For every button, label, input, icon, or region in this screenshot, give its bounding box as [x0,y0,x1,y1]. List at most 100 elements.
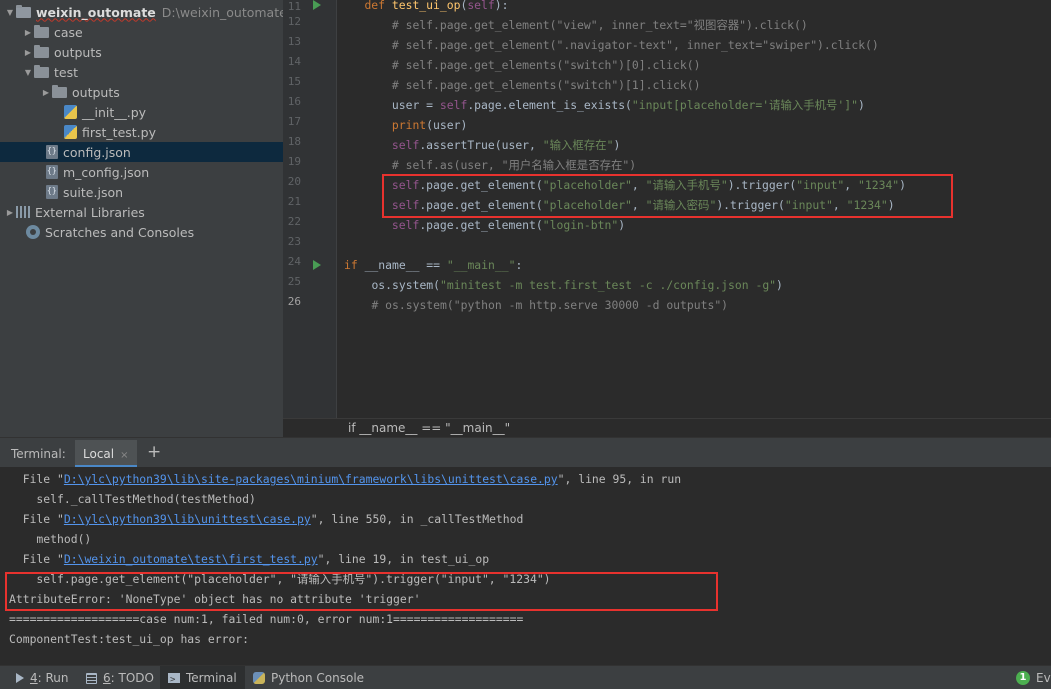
line-number: 22 [287,215,301,228]
tree-item-label: outputs [72,84,120,100]
file-link[interactable]: D:\weixin_outomate\test\first_test.py [64,552,318,566]
line-number: 24 [287,255,301,268]
line-number: 19 [287,155,301,168]
expanded-arrow-icon[interactable]: ▼ [22,68,34,77]
todo-tool-button[interactable]: 6: TODO [86,666,154,689]
line-number: 16 [287,95,301,108]
line-number: 12 [287,15,301,28]
tree-item-label: outputs [54,44,102,60]
collapsed-arrow-icon[interactable]: ▶ [40,88,52,97]
run-main-icon[interactable] [313,260,321,270]
expanded-arrow-icon[interactable]: ▼ [4,8,16,17]
code-line: self.assertTrue(user, "输入框存在") [391,138,621,152]
terminal-icon [168,669,180,689]
tree-item-label: External Libraries [35,204,145,220]
run-tool-button[interactable]: 4: Run [16,666,69,689]
line-number: 11 [287,0,301,13]
line-number: 26 [287,295,301,308]
code-line: # self.page.get_element("view", inner_te… [391,18,808,32]
tree-item-test-outputs[interactable]: ▶ outputs [0,82,283,102]
line-number: 15 [287,75,301,88]
tree-item-case[interactable]: ▶ case [0,22,283,42]
code-line: self.page.get_element("login-btn") [391,218,626,232]
code-line: def test_ui_op(self): [364,0,509,12]
collapsed-arrow-icon[interactable]: ▶ [22,48,34,57]
folder-icon [34,64,49,78]
add-tab-icon[interactable]: + [147,442,161,462]
line-number: 20 [287,175,301,188]
tree-item-test[interactable]: ▼ test [0,62,283,82]
project-path: D:\weixin_outomate [161,4,283,20]
code-line: # self.page.get_elements("switch")[0].cl… [391,58,701,72]
terminal-tool-button[interactable]: Terminal [160,666,245,689]
folder-icon [34,44,49,58]
json-file-icon [46,185,58,199]
tool-window-bar: 4: Run 6: TODO Terminal Python Console 1… [0,665,1051,689]
line-number: 17 [287,115,301,128]
terminal-line: File "D:\ylc\python39\lib\unittest\case.… [9,512,524,526]
line-number: 21 [287,195,301,208]
json-file-icon [46,145,58,159]
tree-item-m-config-json[interactable]: m_config.json [0,162,283,182]
code-line: os.system("minitest -m test.first_test -… [371,278,783,292]
code-line: # os.system("python -m http.serve 30000 … [371,298,729,312]
tree-item-first-test-py[interactable]: first_test.py [0,122,283,142]
tree-item-label: first_test.py [82,124,156,140]
code-editor[interactable]: def test_ui_op(self): # self.page.get_el… [337,0,1051,437]
tree-item-external-libraries[interactable]: ▶ External Libraries [0,202,283,222]
terminal-line: File "D:\weixin_outomate\test\first_test… [9,552,490,566]
tree-item-suite-json[interactable]: suite.json [0,182,283,202]
terminal-line: ===================case num:1, failed nu… [9,612,524,626]
code-line: user = self.page.element_is_exists("inpu… [391,98,865,112]
tree-item-label: suite.json [63,184,124,200]
python-file-icon [64,105,77,119]
terminal-title: Terminal: [11,447,66,461]
terminal-line: File "D:\ylc\python39\lib\site-packages\… [9,472,682,486]
tree-item-config-json[interactable]: config.json [0,142,283,162]
folder-icon [16,4,31,18]
line-number: 25 [287,275,301,288]
highlight-box [5,572,718,611]
collapsed-arrow-icon[interactable]: ▶ [22,28,34,37]
collapsed-arrow-icon[interactable]: ▶ [4,208,16,217]
tree-item-outputs[interactable]: ▶ outputs [0,42,283,62]
tree-item-init-py[interactable]: __init__.py [0,102,283,122]
terminal-line: method() [9,532,92,546]
file-link[interactable]: D:\ylc\python39\lib\site-packages\minium… [64,472,558,486]
project-name: weixin_outomate [36,4,156,20]
folder-icon [52,84,67,98]
code-line: print(user) [391,118,468,132]
terminal-output[interactable]: File "D:\ylc\python39\lib\site-packages\… [0,467,1051,665]
code-line: # self.page.get_element(".navigator-text… [391,38,879,52]
event-count-icon: 1 [1016,671,1030,685]
line-number: 14 [287,55,301,68]
tree-item-label: m_config.json [63,164,150,180]
event-log-button[interactable]: 1 Eve [1016,666,1051,689]
project-tree: ▼ weixin_outomate D:\weixin_outomate ▶ c… [0,0,283,437]
terminal-line: self._callTestMethod(testMethod) [9,492,256,506]
file-link[interactable]: D:\ylc\python39\lib\unittest\case.py [64,512,311,526]
close-icon[interactable]: × [120,450,128,461]
python-file-icon [64,125,77,139]
tab-label: Local [83,447,115,461]
python-console-tool-button[interactable]: Python Console [253,666,364,689]
code-line: # self.page.get_elements("switch")[1].cl… [391,78,701,92]
tree-item-scratches[interactable]: Scratches and Consoles [0,222,283,242]
code-line: if __name__ == "__main__": [344,258,523,272]
tree-item-label: Scratches and Consoles [45,224,195,240]
python-console-icon [253,672,265,684]
tree-root[interactable]: ▼ weixin_outomate D:\weixin_outomate [0,2,283,22]
breadcrumb[interactable]: if __name__ == "__main__" [283,418,1051,437]
line-number: 18 [287,135,301,148]
tree-item-label: case [54,24,83,40]
editor-gutter: 11 12 13 14 15 16 17 18 19 20 21 22 23 2… [283,0,337,437]
tree-item-label: config.json [63,144,131,160]
run-test-icon[interactable] [313,0,321,10]
tab-local[interactable]: Local × [75,440,137,468]
line-number: 23 [287,235,301,248]
libraries-icon [16,206,30,218]
terminal-line: ComponentTest:test_ui_op has error: [9,632,250,646]
scratches-icon [26,225,40,239]
todo-icon [86,672,97,684]
code-line: # self.as(user, "用户名输入框是否存在") [391,158,637,172]
